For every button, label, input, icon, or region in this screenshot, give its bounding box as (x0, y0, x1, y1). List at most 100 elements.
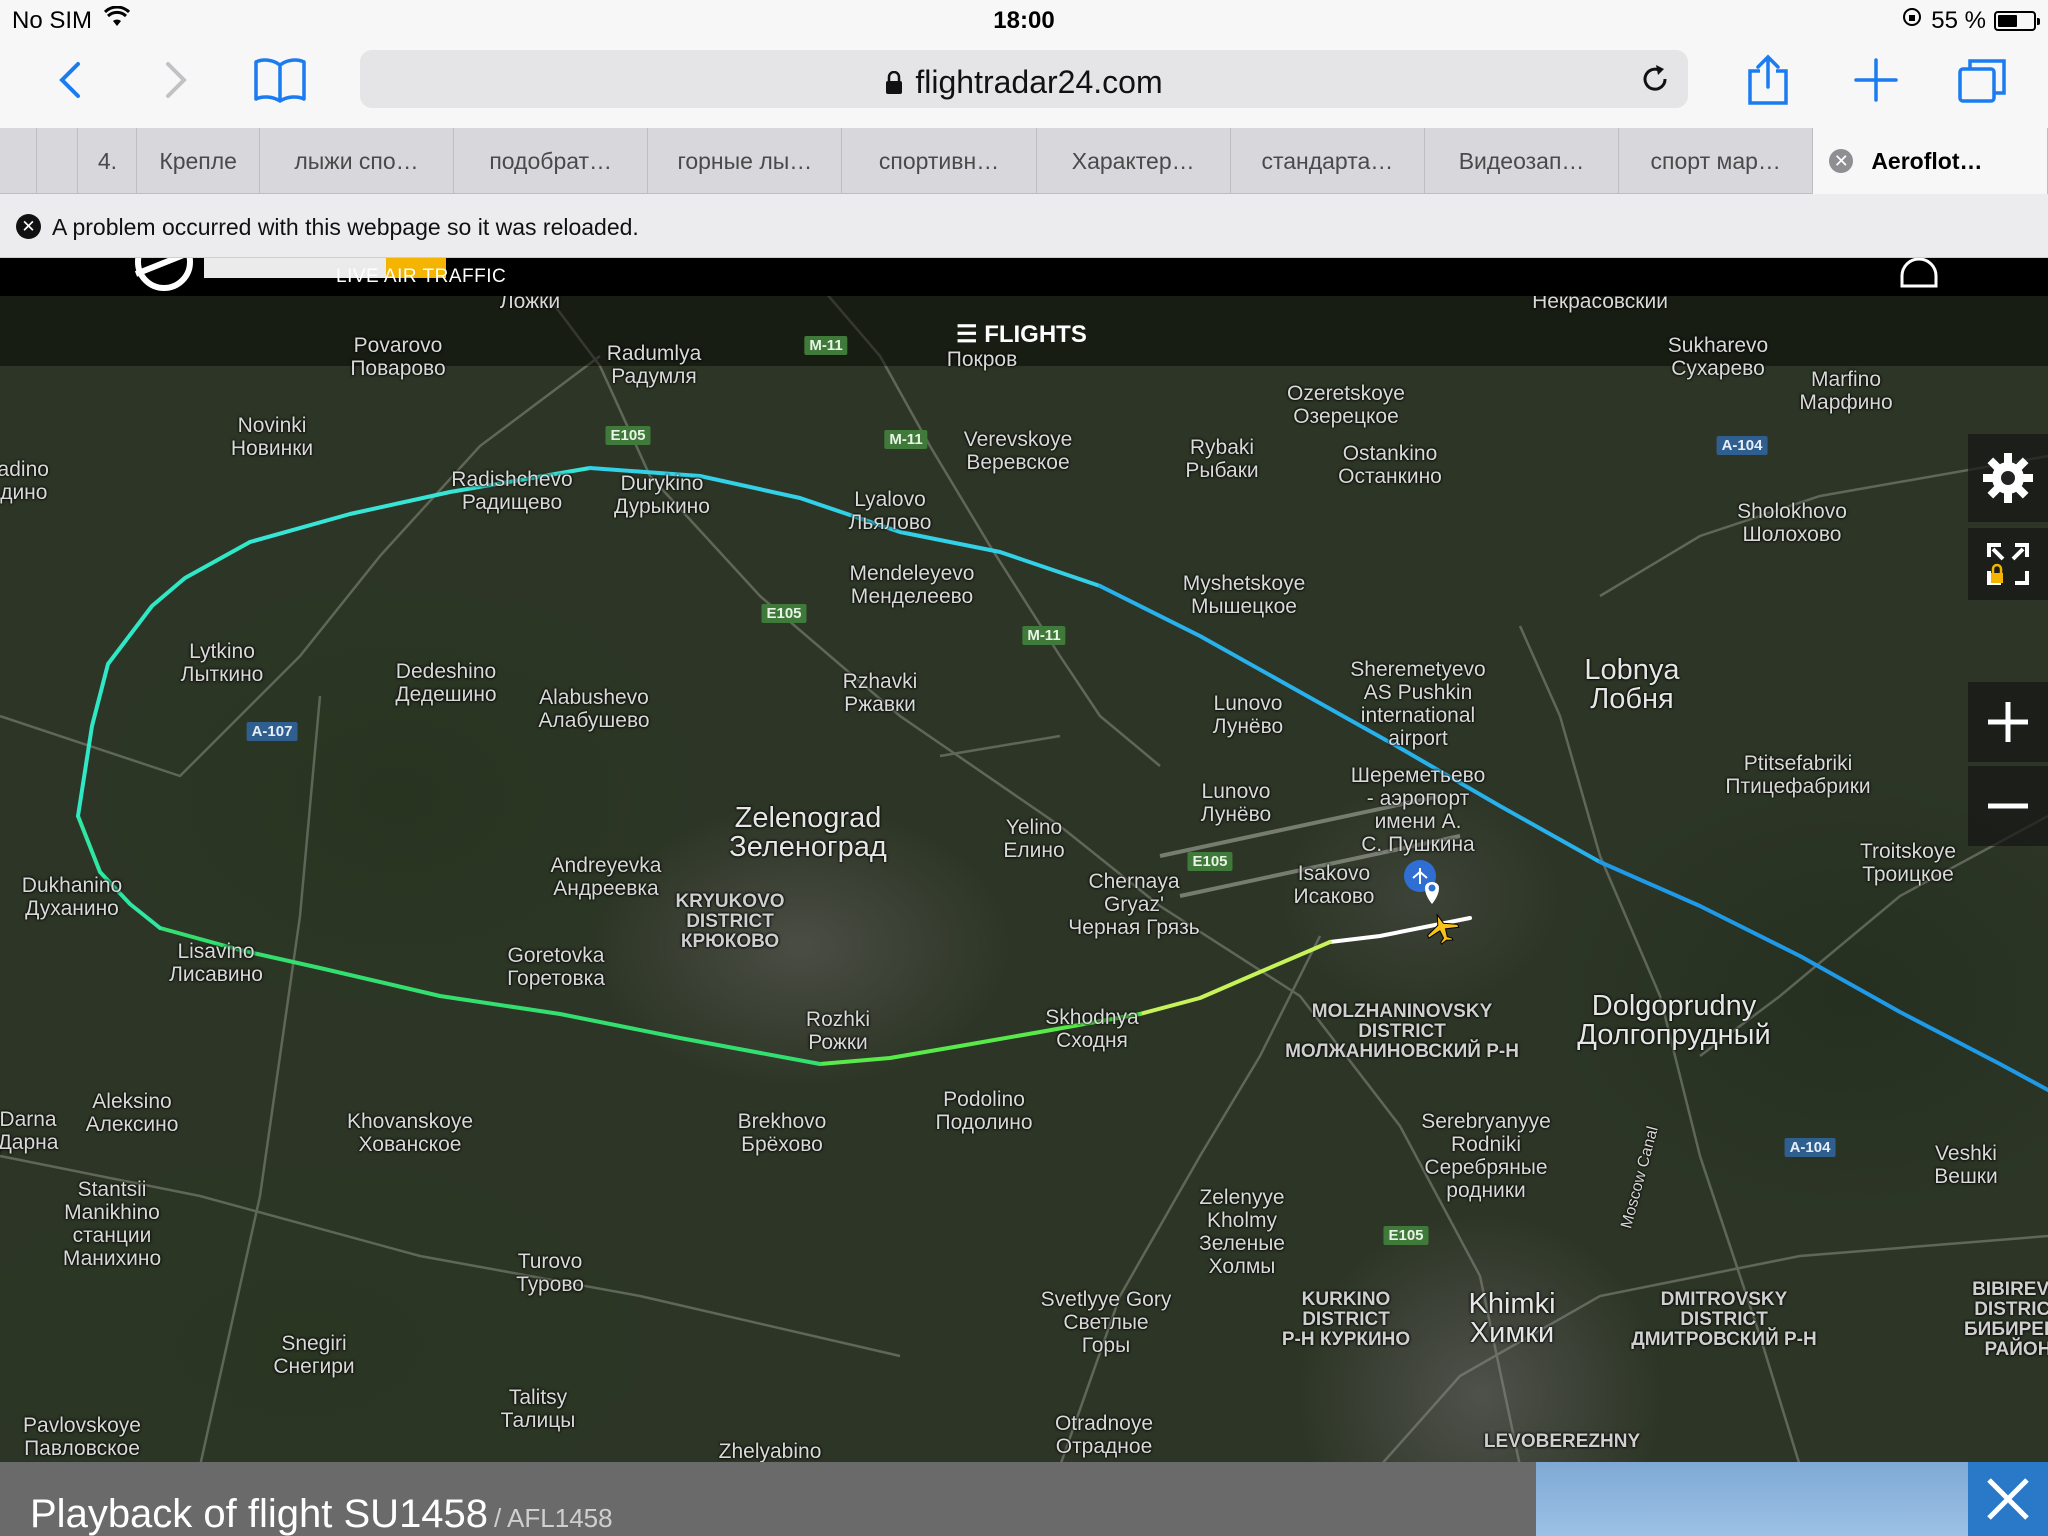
place-label-ptitsefabriki: Ptitsefabriki Птицефабрики (1725, 752, 1871, 798)
clock: 18:00 (993, 7, 1055, 34)
map[interactable]: ☰ FLIGHTS Povarovo Поварово Radumlya Радумл… (0, 296, 2048, 1462)
place-label-rozhki: Rozhki Рожки (805, 1008, 871, 1054)
place-label-otradnoye: Otradnoye Отрадное (1054, 1412, 1154, 1458)
place-label-myshetskoye: Myshetskoye Мышецкое (1182, 572, 1306, 618)
user-icon[interactable] (1898, 258, 1940, 293)
place-label-khimki: Khimki Химки (1468, 1288, 1556, 1349)
battery-percent: 55 % (1931, 6, 1986, 34)
close-playback-button[interactable] (1968, 1462, 2048, 1536)
place-label-alabushevo: Alabushevo Алабушево (538, 686, 650, 732)
fullscreen-icon (1987, 543, 2029, 585)
forward-button[interactable] (150, 40, 202, 120)
site-tagline: LIVE AIR TRAFFIC (336, 266, 507, 287)
place-label-dukhanino: Dukhanino Духанино (21, 874, 123, 920)
gear-icon (1983, 453, 2033, 503)
road-shield-m11a: M-11 (804, 336, 848, 355)
new-tab-button[interactable] (1848, 40, 1904, 120)
tab-4[interactable]: горные лы… (648, 128, 843, 194)
close-icon (1987, 1478, 2029, 1520)
place-label-troitskoye: Troitskoye Троицкое (1859, 840, 1957, 886)
zoom-in-button[interactable] (1968, 682, 2048, 762)
tab-3[interactable]: подобрат… (454, 128, 649, 194)
back-icon (59, 62, 80, 98)
tab-6[interactable]: Характер… (1037, 128, 1231, 194)
fullscreen-button[interactable] (1968, 528, 2048, 600)
airport-pin-icon (1404, 860, 1439, 904)
tab-0[interactable]: 4. (78, 128, 138, 194)
place-label-stantsii: Stantsii Manikhino станции Манихино (62, 1178, 162, 1270)
tab-2[interactable]: лыжи спо… (260, 128, 455, 194)
tabs-overview-button[interactable] (1954, 40, 2010, 120)
notice-message: A problem occurred with this webpage so … (52, 214, 639, 240)
place-label-talitsy: Talitsy Талицы (500, 1386, 576, 1432)
zoom-out-button[interactable] (1968, 766, 2048, 846)
place-label-molzhaninovsky: MOLZHANINOVSKY DISTRICT МОЛЖАНИНОВСКИЙ Р-Н (1285, 1001, 1519, 1062)
menu-icon: ☰ (956, 321, 978, 348)
place-label-rzhavki: Rzhavki Ржавки (842, 670, 918, 716)
place-label-skhodnya: Skhodnya Сходня (1045, 1006, 1139, 1052)
place-label-sheremetyevo: Sheremetyevo AS Pushkin international airpo… (1350, 658, 1486, 750)
orientation-lock-icon (1901, 6, 1923, 35)
tab-9[interactable]: спорт мар… (1619, 128, 1814, 194)
place-label-dedeshino: Dedeshino Дедешино (395, 660, 497, 706)
place-label-brekhovo: Brekhovo Брёхово (737, 1110, 827, 1156)
place-label-sukharevo: Sukharevo Сухарево (1667, 334, 1769, 380)
place-label-novinki: Novinki Новинки (230, 414, 314, 460)
place-label-lozhki: Ложки (499, 296, 561, 313)
aircraft-photo[interactable] (1536, 1462, 1968, 1536)
tab-blank[interactable] (0, 128, 38, 194)
place-label-vadino: vadinoадино (0, 458, 49, 504)
battery-fill (1998, 14, 2017, 27)
tab-8[interactable]: Видеозап… (1425, 128, 1620, 194)
tab-1[interactable]: Крепле (137, 128, 260, 194)
place-label-svetlyye: Svetlyye Gory Светлые Горы (1040, 1288, 1172, 1357)
place-label-nekrasovsky: Некрасовский (1532, 296, 1668, 313)
share-button[interactable] (1740, 40, 1796, 120)
tab-active[interactable]: ✕ Aeroflot… (1813, 128, 2048, 194)
place-label-kryukovo: KRYUKOVO DISTRICT КРЮКОВО (675, 891, 785, 952)
bookmarks-button[interactable] (248, 40, 312, 120)
tab-blank-2[interactable] (37, 128, 79, 194)
close-notice-icon[interactable]: ✕ (16, 214, 41, 239)
forward-icon (166, 62, 187, 98)
url-host: flightradar24.com (915, 64, 1163, 100)
road-shield-e105d: E105 (1383, 1226, 1429, 1245)
back-button[interactable] (44, 40, 96, 120)
settings-button[interactable] (1968, 434, 2048, 522)
place-label-lisavino: Lisavino Лисавино (169, 940, 263, 986)
reload-icon[interactable] (1638, 62, 1672, 101)
playback-flight: Playback of flight SU1458 (30, 1492, 489, 1536)
place-label-pokrov: Покров (946, 348, 1018, 371)
tab-strip: 4. Крепле лыжи спо… подобрат… горные лы…… (0, 128, 2048, 194)
road-shield-a104b: A-104 (1784, 1138, 1836, 1157)
place-label-serebryanyye: Serebryanyye Rodniki Серебряные родники (1421, 1110, 1551, 1202)
place-label-ostankino: Ostankino Останкино (1338, 442, 1442, 488)
place-label-marfino: Marfino Марфино (1799, 368, 1893, 414)
playback-callsign: / AFL1458 (494, 1503, 613, 1533)
browser-toolbar: flightradar24.com (0, 40, 2048, 128)
playback-bar: Playback of flight SU1458/ AFL1458 (0, 1462, 2048, 1536)
place-label-andreyevka: Andreyevka Андреевка (550, 854, 662, 900)
tab-7[interactable]: стандарта… (1231, 128, 1425, 194)
place-label-levoberezhny: LEVOBEREZHNY (1483, 1431, 1641, 1452)
road-shield-a104a: A-104 (1716, 436, 1768, 455)
reload-notice: ✕ A problem occurred with this webpage s… (0, 194, 2048, 258)
road-shield-m11b: M-11 (884, 430, 928, 449)
address-bar[interactable]: flightradar24.com (360, 50, 1688, 108)
place-label-darna: Darna Дарна (0, 1108, 59, 1154)
place-label-verevskoye: Verevskoye Веревское (963, 428, 1073, 474)
flights-menu-button[interactable]: ☰ FLIGHTS (956, 320, 1087, 349)
place-label-radishchevo: Radishchevo Радищево (451, 468, 573, 514)
zoom-out-icon (1988, 803, 2028, 809)
close-tab-icon[interactable]: ✕ (1829, 149, 1854, 173)
place-label-khovanskoye: Khovanskoye Хованское (346, 1110, 474, 1156)
active-tab-label: Aeroflot… (1871, 147, 1983, 174)
place-label-isakovo: Isakovo Исаково (1293, 862, 1375, 908)
tabs-icon (1958, 59, 2006, 103)
place-label-aleksino: Aleksino Алексино (85, 1090, 179, 1136)
share-icon (1748, 54, 1788, 105)
place-label-zelenyye: Zelenyye Kholmy Зеленые Холмы (1199, 1186, 1285, 1278)
place-label-kurkino: KURKINO DISTRICT Р-Н КУРКИНО (1281, 1289, 1411, 1350)
tab-5[interactable]: спортивн… (842, 128, 1037, 194)
place-label-bibirevo: BIBIREVODISTRICTБИБИРЕВОРАЙОН (1964, 1279, 2048, 1360)
